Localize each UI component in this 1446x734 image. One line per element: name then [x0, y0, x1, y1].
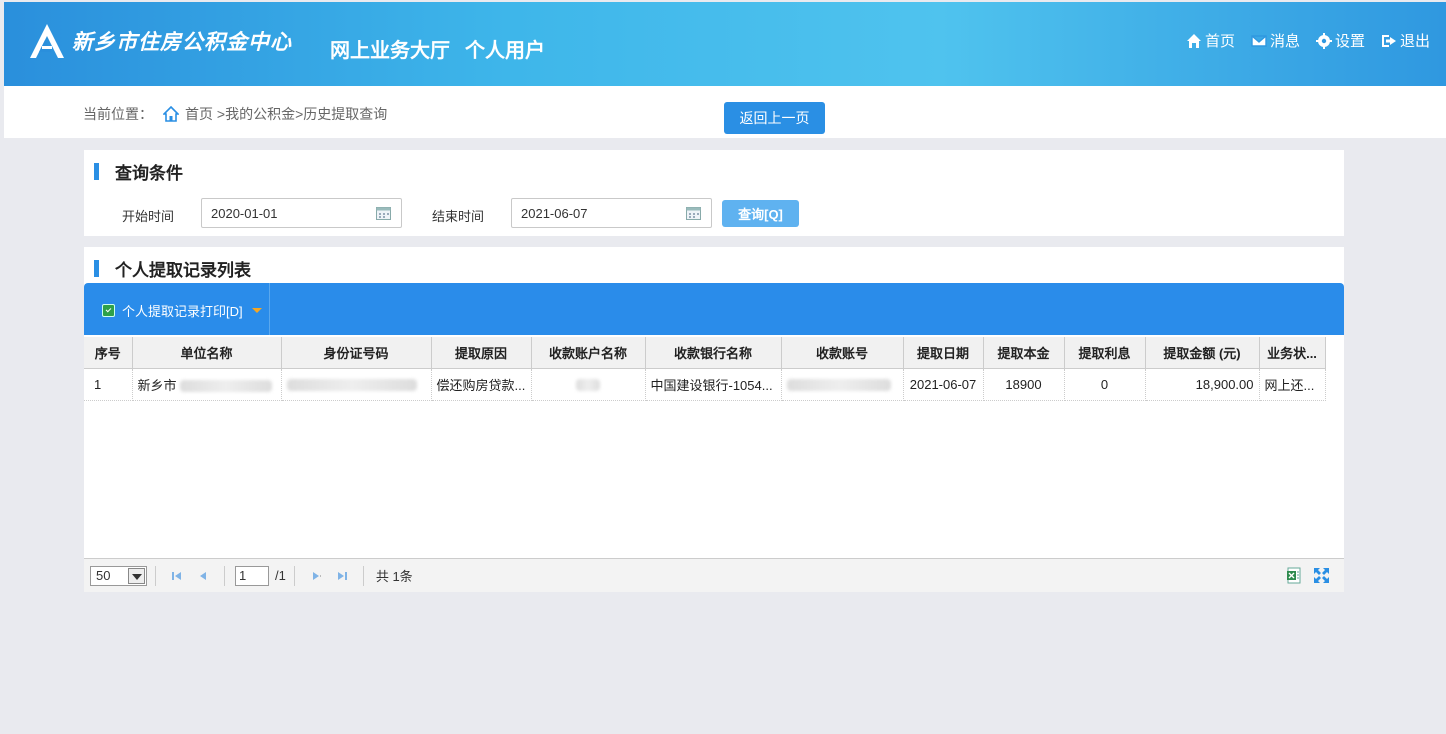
- end-date-label: 结束时间: [432, 209, 485, 224]
- site-name: 新乡市住房公积金中心: [72, 31, 292, 54]
- print-records-label: 个人提取记录打印[D]: [122, 304, 243, 319]
- start-date-label: 开始时间: [122, 209, 175, 224]
- col-header[interactable]: 序号: [84, 337, 133, 369]
- cell-unit: 新乡市: [132, 368, 282, 401]
- caret-down-icon[interactable]: [251, 308, 262, 313]
- calendar-icon[interactable]: [376, 207, 391, 220]
- query-panel-title: 查询条件: [94, 159, 183, 184]
- end-date-value: 2021-06-07: [521, 205, 588, 221]
- page-size-select[interactable]: 50: [90, 565, 147, 586]
- cell-bank: 中国建设银行-1054...: [645, 368, 782, 401]
- cell-account-name: [531, 368, 646, 401]
- pager-divider: [293, 565, 295, 586]
- records-table: 序号 单位名称 身份证号码 提取原因 收款账户名称 收款银行名称 收款账号 提取…: [84, 337, 1326, 401]
- end-date-input[interactable]: 2021-06-07: [511, 198, 712, 228]
- title-accent-bar: [94, 163, 99, 180]
- nav-settings-label: 设置: [1334, 33, 1365, 50]
- print-icon: [102, 304, 115, 317]
- redacted-text: [576, 379, 600, 392]
- pager-divider: [155, 565, 156, 586]
- user-type: 个人用户: [465, 40, 545, 62]
- chevron-down-icon[interactable]: [128, 567, 145, 584]
- print-records-button[interactable]: 个人提取记录打印[D]: [102, 301, 262, 320]
- col-header[interactable]: 收款账户名称: [531, 337, 646, 369]
- nav-home-label: 首页: [1204, 33, 1235, 50]
- breadcrumb-path[interactable]: 首页 >我的公积金>历史提取查询: [185, 104, 387, 124]
- records-title: 个人提取记录列表: [115, 261, 251, 280]
- pager-divider: [224, 565, 225, 586]
- col-header[interactable]: 提取金额 (元): [1145, 337, 1260, 369]
- home-icon: [163, 106, 179, 122]
- page-number-input[interactable]: 1: [235, 565, 269, 586]
- search-button[interactable]: 查询[Q]: [722, 200, 799, 227]
- cell-no: 1: [84, 368, 133, 401]
- top-nav: 首页 消息 设置 退出: [1186, 30, 1430, 51]
- nav-logout-label: 退出: [1399, 33, 1430, 50]
- cell-principal: 18900: [983, 368, 1065, 401]
- nav-home[interactable]: 首页: [1186, 30, 1235, 51]
- page-size-value: 50: [96, 568, 111, 583]
- first-page-icon[interactable]: [170, 569, 184, 583]
- title-accent-bar: [94, 260, 99, 277]
- query-panel: 查询条件 开始时间 2020-01-01 结束时间 2021-06-07 查询[…: [84, 150, 1344, 236]
- col-header[interactable]: 提取利息: [1064, 337, 1146, 369]
- col-header[interactable]: 收款银行名称: [645, 337, 782, 369]
- col-header[interactable]: 业务状...: [1259, 337, 1326, 369]
- redacted-text: [286, 379, 417, 392]
- col-header[interactable]: 提取本金: [983, 337, 1065, 369]
- start-date-input[interactable]: 2020-01-01: [201, 198, 402, 228]
- prev-page-icon[interactable]: [196, 569, 210, 583]
- col-header[interactable]: 收款账号: [781, 337, 904, 369]
- home-icon: [1186, 33, 1201, 48]
- cell-date: 2021-06-07: [903, 368, 984, 401]
- excel-export-icon[interactable]: [1286, 567, 1303, 584]
- cell-unit-text: 新乡市: [137, 377, 177, 393]
- hall-title: 网上业务大厅: [330, 40, 450, 62]
- records-panel-title: 个人提取记录列表: [94, 256, 251, 281]
- page-number-value: 1: [239, 568, 247, 583]
- nav-messages-label: 消息: [1269, 33, 1300, 50]
- cell-reason: 偿还购房贷款...: [431, 368, 532, 401]
- gear-icon: [1315, 32, 1332, 49]
- redacted-text: [180, 380, 273, 393]
- toolbar-divider: [269, 283, 270, 335]
- start-date-value: 2020-01-01: [211, 205, 278, 221]
- mail-icon: [1251, 34, 1267, 47]
- table-row[interactable]: 1 新乡市 偿还购房贷款... 中国建设银行-1054... 2021-06-0…: [84, 368, 1326, 401]
- query-title: 查询条件: [115, 164, 183, 183]
- grid-toolbar: 个人提取记录打印[D]: [84, 283, 1344, 335]
- col-header[interactable]: 提取原因: [431, 337, 532, 369]
- cell-amount: 18,900.00: [1145, 368, 1260, 401]
- fullscreen-icon[interactable]: [1313, 567, 1330, 584]
- next-page-icon[interactable]: [309, 569, 323, 583]
- site-logo[interactable]: 新乡市住房公积金中心: [28, 22, 292, 60]
- redacted-text: [786, 379, 891, 392]
- total-count: 共 1条: [375, 569, 413, 584]
- calendar-icon[interactable]: [686, 207, 701, 220]
- nav-messages[interactable]: 消息: [1251, 30, 1300, 51]
- breadcrumb-prefix: 当前位置：: [83, 106, 153, 122]
- col-header[interactable]: 提取日期: [903, 337, 984, 369]
- nav-logout[interactable]: 退出: [1381, 30, 1430, 51]
- col-header[interactable]: 身份证号码: [281, 337, 432, 369]
- breadcrumb: 当前位置： 首页 >我的公积金>历史提取查询: [83, 104, 387, 124]
- cell-status: 网上还...: [1259, 368, 1326, 401]
- breadcrumb-bar: 当前位置： 首页 >我的公积金>历史提取查询 返回上一页: [4, 86, 1446, 138]
- last-page-icon[interactable]: [335, 569, 349, 583]
- back-button[interactable]: 返回上一页: [724, 102, 825, 134]
- pagination-bar: 50 1 /1 共 1条: [84, 558, 1344, 592]
- cell-interest: 0: [1064, 368, 1146, 401]
- nav-settings[interactable]: 设置: [1315, 30, 1365, 51]
- logout-icon: [1381, 34, 1396, 47]
- col-header[interactable]: 单位名称: [132, 337, 282, 369]
- records-panel: 个人提取记录列表 个人提取记录打印[D] 序号 单位名称 身份证号码 提取原因 …: [84, 247, 1344, 592]
- app-header: 新乡市住房公积金中心 网上业务大厅 个人用户 首页 消息 设置 退出: [4, 2, 1446, 86]
- total-pages: /1: [275, 568, 286, 583]
- logo-icon: [30, 24, 64, 58]
- cell-id-number: [281, 368, 432, 401]
- pager-divider: [362, 565, 364, 586]
- table-header-row: 序号 单位名称 身份证号码 提取原因 收款账户名称 收款银行名称 收款账号 提取…: [84, 337, 1326, 369]
- cell-account-no: [781, 368, 904, 401]
- pager-tools: [1286, 567, 1330, 584]
